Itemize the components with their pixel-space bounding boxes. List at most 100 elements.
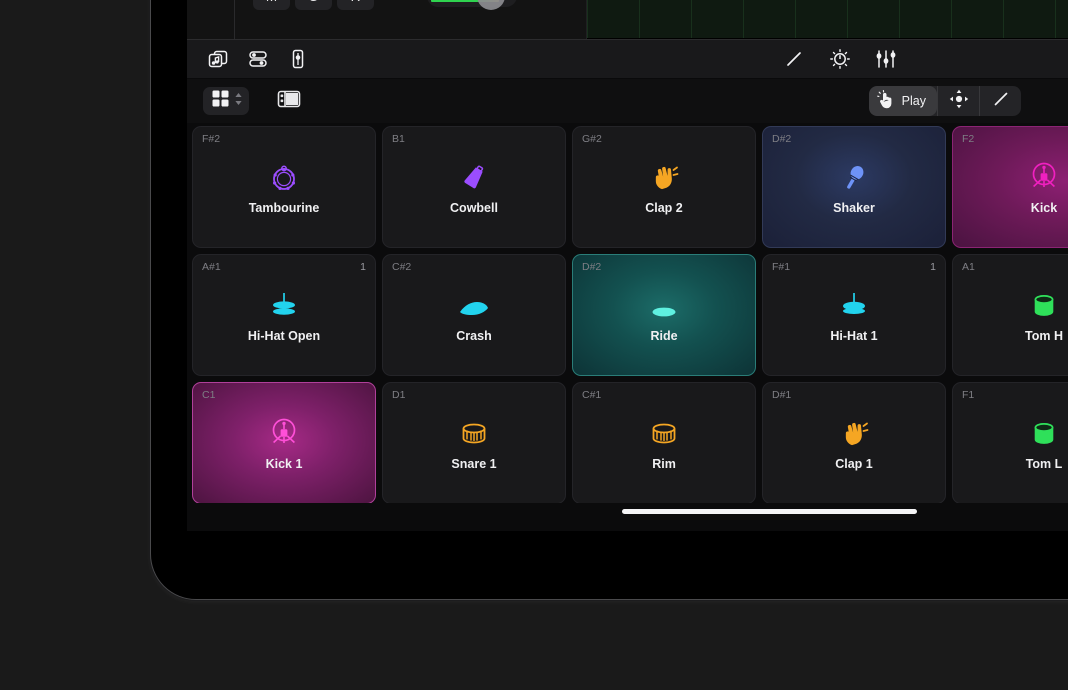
pad-badge: 1 [360,261,366,273]
drum-pad[interactable]: D#2 Ride [572,254,756,376]
tom-icon [1030,416,1058,450]
timeline-grid[interactable] [587,0,1068,39]
volume-slider[interactable] [427,0,517,7]
pad-label: Cowbell [450,201,498,215]
pencil-icon[interactable] [783,48,805,70]
kick-drum-icon [267,416,301,450]
grid-view-selector[interactable] [203,87,249,115]
pad-note-label: D#1 [772,389,791,401]
shaker-icon [838,160,870,194]
pad-label: Clap 2 [645,201,683,215]
pad-note-label: A#1 [202,261,221,273]
pad-label: Rim [652,457,676,471]
crash-icon [457,288,491,322]
drum-pad[interactable]: B1 Cowbell [382,126,566,248]
sidebar-panel-icon[interactable] [277,89,301,113]
pad-note-label: A1 [962,261,975,273]
pad-label: Ride [650,329,677,343]
kick-drum-icon [531,0,565,6]
pad-label: Kick [1031,201,1057,215]
toolbar-right-group [783,48,1068,70]
drum-pad[interactable]: F1 Tom L [952,382,1068,504]
move-mode-button[interactable] [937,86,979,116]
tablet-screen: 3 Kick 1 M S R [187,0,1068,531]
cowbell-icon [458,160,490,194]
pad-badge: 1 [930,261,936,273]
sliders-icon[interactable] [875,48,897,70]
clap-icon [838,416,870,450]
drum-pad[interactable]: D1 Snare 1 [382,382,566,504]
pad-label: Crash [456,329,491,343]
mixer-icon[interactable] [247,48,269,70]
pad-label: Tambourine [249,201,320,215]
horizontal-scrollbar[interactable] [187,503,1068,531]
track-controls: M S R [253,0,374,10]
hihat-open-icon [267,288,301,322]
scrollbar-thumb[interactable] [622,509,917,514]
drum-pad[interactable]: D#1 Clap 1 [762,382,946,504]
track-number: 3 [187,0,235,39]
drum-pad[interactable]: F2 Kick [952,126,1068,248]
solo-button[interactable]: S [295,0,332,10]
drum-pad[interactable]: A1 Tom H [952,254,1068,376]
kick-drum-icon [1027,160,1061,194]
pad-note-label: D#2 [772,133,791,145]
pad-note-label: F1 [962,389,974,401]
tom-icon [1030,288,1058,322]
track-header[interactable]: Kick 1 M S R [235,0,587,39]
tambourine-icon [268,160,300,194]
pad-note-label: B1 [392,133,405,145]
fader-icon[interactable] [287,48,309,70]
mute-button[interactable]: M [253,0,290,10]
main-toolbar [187,39,1068,79]
record-button[interactable]: R [337,0,374,10]
pad-note-label: G#2 [582,133,602,145]
drum-pad[interactable]: D#2 Shaker [762,126,946,248]
clap-icon [648,160,680,194]
drum-pad[interactable]: F#2 Tambourine [192,126,376,248]
pad-note-label: C#1 [582,389,601,401]
move-arrows-icon [949,89,969,114]
edit-mode-button[interactable] [979,86,1021,116]
chevron-updown-icon [234,91,243,112]
arrangement-area: 3 Kick 1 M S R [187,0,1068,39]
library-icon[interactable] [207,48,229,70]
snare-icon [648,416,680,450]
drum-pad[interactable]: G#2 Clap 2 [572,126,756,248]
pad-label: Tom L [1026,457,1063,471]
drum-pad-grid: F#2 TambourineB1 CowbellG#2 [187,123,1068,503]
drum-pad[interactable]: C#2 Crash [382,254,566,376]
pad-note-label: F#1 [772,261,790,273]
device-bezel: 3 Kick 1 M S R [150,0,1068,600]
pad-mode-group: Play [869,86,1021,116]
pad-note-label: F#2 [202,133,220,145]
drum-pad[interactable]: F#1 1 Hi-Hat 1 [762,254,946,376]
play-mode-button[interactable]: Play [869,86,937,116]
pad-label: Hi-Hat 1 [830,329,877,343]
pad-note-label: C1 [202,389,215,401]
hihat-icon [837,288,871,322]
drum-pad[interactable]: C1 Kick 1 [192,382,376,504]
hand-tap-icon [877,90,896,112]
automation-icon[interactable] [829,48,851,70]
grid-view-icon [211,89,230,113]
pad-note-label: C#2 [392,261,411,273]
snare-icon [458,416,490,450]
pad-label: Hi-Hat Open [248,329,320,343]
ride-icon [647,288,681,322]
drum-pad[interactable]: C#1 Rim [572,382,756,504]
pad-label: Shaker [833,201,875,215]
play-mode-label: Play [902,94,926,108]
pad-label: Clap 1 [835,457,873,471]
pad-note-label: D#2 [582,261,601,273]
pencil-icon [991,89,1011,114]
toolbar-left-group [187,48,309,70]
pad-note-label: D1 [392,389,405,401]
volume-slider-thumb[interactable] [477,0,505,10]
pad-label: Kick 1 [266,457,303,471]
pad-label: Snare 1 [451,457,496,471]
pad-note-label: F2 [962,133,974,145]
pad-toolbar: Play [187,79,1068,123]
drum-pad[interactable]: A#1 1 Hi-Hat Open [192,254,376,376]
pad-label: Tom H [1025,329,1063,343]
